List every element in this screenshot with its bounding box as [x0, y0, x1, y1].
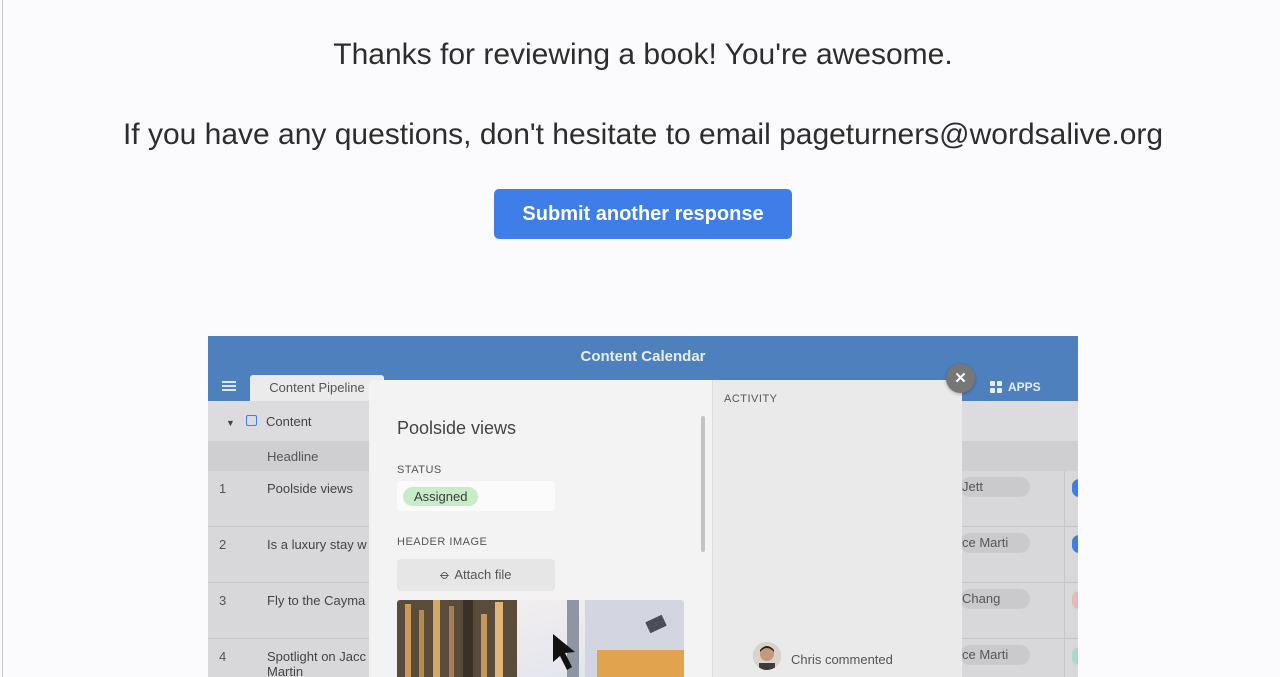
row-avatar-dot — [1072, 647, 1078, 665]
column-divider — [1064, 639, 1065, 677]
status-field: Assigned — [397, 481, 555, 511]
row-avatar-dot — [1072, 591, 1078, 609]
tab-content-pipeline: Content Pipeline — [250, 375, 384, 401]
record-detail-panel: Poolside views STATUS Assigned HEADER IM… — [369, 380, 712, 677]
row-person: ce Marti — [960, 533, 1030, 553]
content-section-label: Content — [266, 414, 312, 429]
row-person: Chang — [960, 589, 1030, 609]
record-title: Poolside views — [397, 418, 517, 438]
row-number: 1 — [219, 481, 227, 496]
row-number: 3 — [219, 593, 227, 608]
apps-icon — [990, 381, 1002, 393]
submit-another-response-button[interactable]: Submit another response — [494, 189, 792, 239]
status-field-label: STATUS — [397, 464, 442, 476]
thank-you-message: Thanks for reviewing a book! You're awes… — [333, 38, 953, 71]
header-photo — [397, 600, 684, 677]
status-badge: Assigned — [403, 487, 479, 506]
app-title: Content Calendar — [580, 348, 706, 365]
row-avatar-dot — [1072, 479, 1078, 497]
row-headline: Is a luxury stay w — [267, 537, 367, 552]
table-icon — [246, 415, 257, 426]
apps-label: APPS — [1008, 380, 1041, 394]
activity-panel: ACTIVITY Chris commented — [712, 380, 962, 677]
row-person: Jett — [960, 477, 1030, 497]
product-preview-image: Content Calendar Content Pipeline APPS ▼… — [208, 336, 1078, 677]
row-avatar-dot — [1072, 535, 1078, 553]
attach-file-button: ⌀Attach file — [397, 559, 555, 591]
headline-column-header: Headline — [267, 449, 319, 464]
row-headline: Poolside views — [267, 481, 353, 496]
attach-file-label: Attach file — [454, 567, 512, 582]
caret-down-icon: ▼ — [226, 418, 235, 428]
apps-button: APPS — [990, 380, 1041, 394]
avatar-graphic — [753, 642, 781, 670]
column-divider — [1064, 583, 1065, 638]
header-photo-graphic — [397, 600, 684, 677]
row-headline: Spotlight on Jacc Martin — [267, 649, 367, 677]
scrollbar — [701, 416, 705, 552]
header-image-label: HEADER IMAGE — [397, 536, 488, 548]
menu-icon — [222, 381, 236, 391]
close-icon: ✕ — [946, 364, 975, 393]
row-number: 4 — [219, 649, 227, 664]
row-headline: Fly to the Cayma — [267, 593, 366, 608]
column-divider — [1064, 527, 1065, 582]
page-left-border — [2, 0, 3, 677]
column-divider — [1064, 471, 1065, 526]
row-person: ce Marti — [960, 645, 1030, 665]
activity-comment: Chris commented — [791, 652, 893, 667]
row-number: 2 — [219, 537, 227, 552]
avatar — [753, 642, 781, 670]
contact-message: If you have any questions, don't hesitat… — [122, 118, 1164, 151]
activity-label: ACTIVITY — [724, 393, 778, 405]
